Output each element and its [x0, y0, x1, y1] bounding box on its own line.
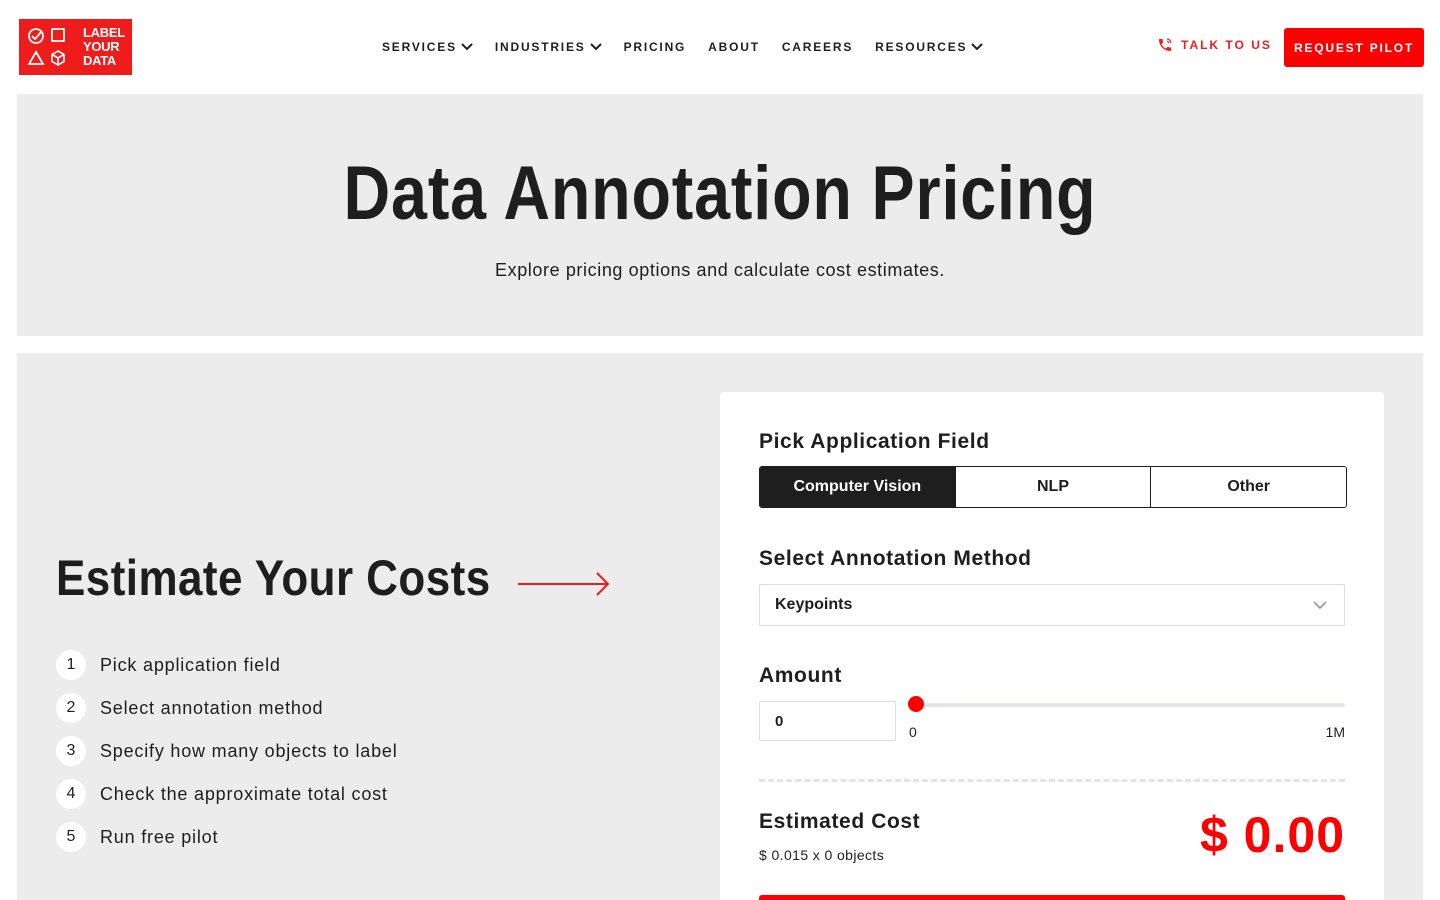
- step-text: Check the approximate total cost: [100, 783, 388, 804]
- step-item: 5 Run free pilot: [56, 821, 398, 853]
- calculator-cta-button[interactable]: [759, 895, 1345, 900]
- nav-label: CAREERS: [781, 40, 854, 54]
- select-value: Keypoints: [775, 596, 853, 613]
- estimate-title: Estimate Your Costs: [56, 550, 491, 606]
- talk-to-us-link[interactable]: TALK TO US: [1157, 37, 1272, 53]
- logo-line: YOUR: [83, 39, 120, 54]
- step-item: 1 Pick application field: [56, 649, 398, 681]
- logo[interactable]: LABEL YOUR DATA: [19, 19, 132, 75]
- divider: [759, 779, 1345, 782]
- slider-min-label: 0: [909, 724, 917, 740]
- nav-item-about[interactable]: ABOUT: [708, 40, 760, 54]
- nav-item-resources[interactable]: RESOURCES: [875, 40, 984, 54]
- amount-slider-track[interactable]: [916, 703, 1345, 707]
- step-text: Pick application field: [100, 654, 281, 675]
- page-subtitle: Explore pricing options and calculate co…: [494, 260, 946, 280]
- calculator-card: Pick Application Field Computer Vision N…: [720, 392, 1384, 900]
- amount-input[interactable]: [759, 701, 896, 741]
- amount-label: Amount: [759, 664, 842, 687]
- step-text: Run free pilot: [100, 826, 219, 847]
- chevron-down-icon: [461, 43, 473, 51]
- logo-line: LABEL: [83, 25, 125, 40]
- logo-icons: [19, 19, 75, 75]
- nav-item-industries[interactable]: INDUSTRIES: [495, 40, 602, 54]
- calculator-section: Estimate Your Costs 1 Pick application f…: [17, 353, 1423, 900]
- nav-label: RESOURCES: [875, 40, 968, 54]
- nav-label: INDUSTRIES: [494, 40, 586, 54]
- step-item: 3 Specify how many objects to label: [56, 735, 398, 767]
- nav-label: ABOUT: [708, 40, 760, 54]
- phone-icon: [1159, 38, 1172, 51]
- steps-list: 1 Pick application field 2 Select annota…: [56, 649, 398, 864]
- annotation-method-select[interactable]: Keypoints: [759, 584, 1345, 626]
- step-number: 5: [56, 822, 86, 852]
- logo-symbols-icon: [27, 28, 65, 66]
- nav-item-pricing[interactable]: PRICING: [624, 40, 687, 54]
- application-field-toggle: Computer Vision NLP Other: [759, 466, 1347, 508]
- nav-label: SERVICES: [382, 40, 457, 54]
- logo-line: DATA: [83, 53, 116, 68]
- site-header: LABEL YOUR DATA SERVICES INDUSTRIES PRIC…: [0, 0, 1440, 94]
- hero: Data Annotation Pricing Explore pricing …: [17, 94, 1423, 336]
- step-number: 1: [56, 650, 86, 680]
- step-number: 2: [56, 693, 86, 723]
- field-option-computer-vision[interactable]: Computer Vision: [760, 467, 956, 507]
- amount-slider-thumb[interactable]: [908, 696, 924, 712]
- step-item: 2 Select annotation method: [56, 692, 398, 724]
- talk-label: TALK TO US: [1181, 38, 1272, 52]
- step-text: Specify how many objects to label: [100, 740, 398, 761]
- slider-max-label: 1M: [1325, 724, 1345, 740]
- nav-item-careers[interactable]: CAREERS: [782, 40, 853, 54]
- cost-formula: $ 0.015 x 0 objects: [759, 847, 885, 863]
- page-title: Data Annotation Pricing: [343, 151, 1097, 236]
- chevron-down-icon: [589, 43, 602, 51]
- nav-label: PRICING: [623, 40, 687, 54]
- estimated-cost-value: $ 0.00: [1199, 807, 1345, 863]
- estimated-cost-label: Estimated Cost: [759, 810, 921, 833]
- field-label: Pick Application Field: [759, 430, 990, 453]
- main-nav: SERVICES INDUSTRIES PRICING ABOUT CAREER…: [382, 38, 1005, 56]
- step-number: 3: [56, 736, 86, 766]
- field-option-nlp[interactable]: NLP: [955, 467, 1152, 507]
- field-option-other[interactable]: Other: [1151, 467, 1346, 507]
- step-item: 4 Check the approximate total cost: [56, 778, 398, 810]
- arrow-right-icon: [518, 572, 610, 596]
- step-text: Select annotation method: [100, 697, 324, 718]
- chevron-down-icon: [971, 43, 984, 51]
- step-number: 4: [56, 779, 86, 809]
- chevron-down-icon: [1313, 601, 1327, 610]
- request-pilot-button[interactable]: REQUEST PILOT: [1284, 28, 1424, 67]
- method-label: Select Annotation Method: [759, 547, 1032, 570]
- logo-text: LABEL YOUR DATA: [83, 26, 125, 68]
- nav-item-services[interactable]: SERVICES: [382, 40, 473, 54]
